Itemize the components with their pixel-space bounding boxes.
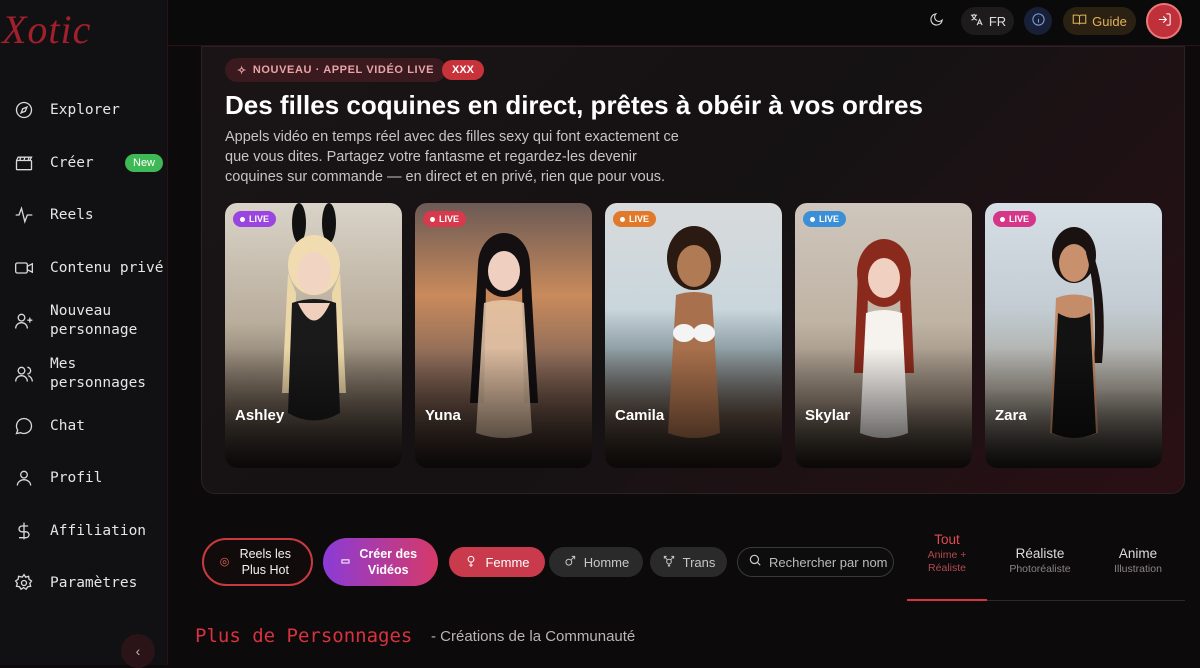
female-icon [464,554,478,571]
compass-icon [14,100,34,120]
tab-anime[interactable]: Anime Illustration [1098,546,1178,576]
sidebar-item-creer[interactable]: Créer New [0,153,168,173]
tab-label: Tout [934,532,960,547]
section-title: Plus de Personnages [195,625,413,647]
tab-sublabel: Illustration [1114,563,1162,575]
character-name: Camila [615,407,665,424]
dollar-icon [14,521,34,541]
active-tab-indicator [907,599,987,601]
chip-trans[interactable]: Trans [650,547,727,577]
hot-reels-button[interactable]: ◎ Reels les Plus Hot [202,538,313,586]
sidebar-item-chat[interactable]: Chat [0,416,168,436]
hero-title: Des filles coquines en direct, prêtes à … [225,90,923,120]
sidebar-item-label: Créer [50,154,94,171]
chip-label: Homme [583,554,630,570]
search-box[interactable] [737,547,894,577]
language-button[interactable]: FR [961,7,1014,35]
sidebar-item-explorer[interactable]: Explorer [0,100,168,120]
live-badge: LIVE [423,211,467,227]
sidebar-item-label: Reels [50,206,94,223]
activity-icon [14,205,34,225]
chip-femme[interactable]: Femme [449,547,545,577]
sidebar-item-reels[interactable]: Reels [0,205,168,225]
user-plus-icon [14,311,34,331]
live-badge: LIVE [803,211,847,227]
sidebar-item-mes-personnages[interactable]: Mes personnages [0,355,168,393]
new-badge: New [125,154,164,172]
create-videos-label: Créer des Vidéos [359,547,418,577]
tab-realiste[interactable]: Réaliste Photoréaliste [1000,546,1080,576]
guide-button[interactable]: Guide [1063,7,1136,35]
chip-label: Femme [485,554,530,570]
video-icon: ▭ [340,556,351,567]
sidebar-item-nouveau-personnage[interactable]: Nouveau personnage [0,302,168,340]
info-button[interactable] [1024,7,1052,35]
sidebar-item-profil[interactable]: Profil [0,468,168,488]
character-card-camila[interactable]: LIVE Camila [605,203,782,468]
new-live-pill: ✧ NOUVEAU · APPEL VIDÉO LIVE [225,58,447,82]
video-icon [14,258,34,278]
sidebar-item-label: Explorer [50,101,120,118]
male-icon [563,554,577,571]
tab-label: Réaliste [1015,546,1065,561]
sparkle-icon: ✧ [237,64,247,77]
users-icon [14,364,34,384]
tab-label: Anime [1118,546,1158,561]
create-videos-button[interactable]: ▭ Créer des Vidéos [323,538,438,586]
collapse-sidebar-button[interactable]: ‹ [121,634,155,668]
chip-label: Trans [682,554,716,570]
tab-sublabel: Anime + Réaliste [927,549,967,574]
user-icon [14,468,34,488]
tab-sublabel: Photoréaliste [1009,563,1071,575]
transgender-icon [662,554,676,571]
theme-toggle-button[interactable] [922,7,950,35]
sidebar-item-label: Affiliation [50,522,147,539]
character-card-yuna[interactable]: LIVE Yuna [415,203,592,468]
logo[interactable]: Xotic [2,6,91,53]
sidebar-item-affiliation[interactable]: Affiliation [0,521,168,541]
character-name: Yuna [425,407,461,424]
guide-label: Guide [1092,13,1127,29]
hot-reels-label: Reels les Plus Hot [239,547,291,577]
login-button[interactable] [1146,3,1182,39]
book-icon [1072,12,1087,30]
character-name: Ashley [235,407,285,424]
pill-label: NOUVEAU · APPEL VIDÉO LIVE [252,64,435,76]
sidebar-item-label: Paramètres [50,574,138,591]
live-badge: LIVE [233,211,277,227]
character-name: Zara [995,407,1027,424]
xxx-badge: XXX [442,60,485,80]
sidebar-item-label: Mes personnages [50,356,147,391]
live-badge: LIVE [993,211,1037,227]
sign-in-icon [1157,12,1172,30]
sidebar-item-label: Contenu privé [50,259,164,276]
character-card-ashley[interactable]: LIVE Ashley [225,203,402,468]
sidebar-item-parametres[interactable]: Paramètres [0,573,168,593]
hero-description: Appels vidéo en temps réel avec des fill… [225,129,679,185]
character-name: Skylar [805,407,851,424]
tab-tout[interactable]: Tout Anime + Réaliste [907,532,987,575]
gear-icon [14,573,34,593]
chip-homme[interactable]: Homme [549,547,643,577]
moon-icon [929,12,944,30]
live-badge: LIVE [613,211,657,227]
info-icon [1031,12,1046,30]
character-card-zara[interactable]: LIVE Zara [985,203,1162,468]
character-card-skylar[interactable]: LIVE Skylar [795,203,972,468]
search-input[interactable] [769,554,891,570]
section-subtitle: - Créations de la Communauté [431,628,636,645]
flame-icon: ◎ [219,556,230,568]
sidebar-item-label: Chat [50,417,85,434]
sidebar-item-label: Nouveau personnage [50,303,138,338]
sidebar: Xotic Explorer Créer New Reels Contenu p… [0,0,168,668]
clapperboard-icon [14,153,34,173]
chevron-left-icon: ‹ [135,643,141,659]
translate-icon [969,12,984,30]
language-label: FR [988,13,1007,29]
sidebar-item-label: Profil [50,469,103,486]
search-icon [748,553,762,572]
sidebar-item-contenu-prive[interactable]: Contenu privé [0,258,168,278]
chat-bubble-icon [14,416,34,436]
